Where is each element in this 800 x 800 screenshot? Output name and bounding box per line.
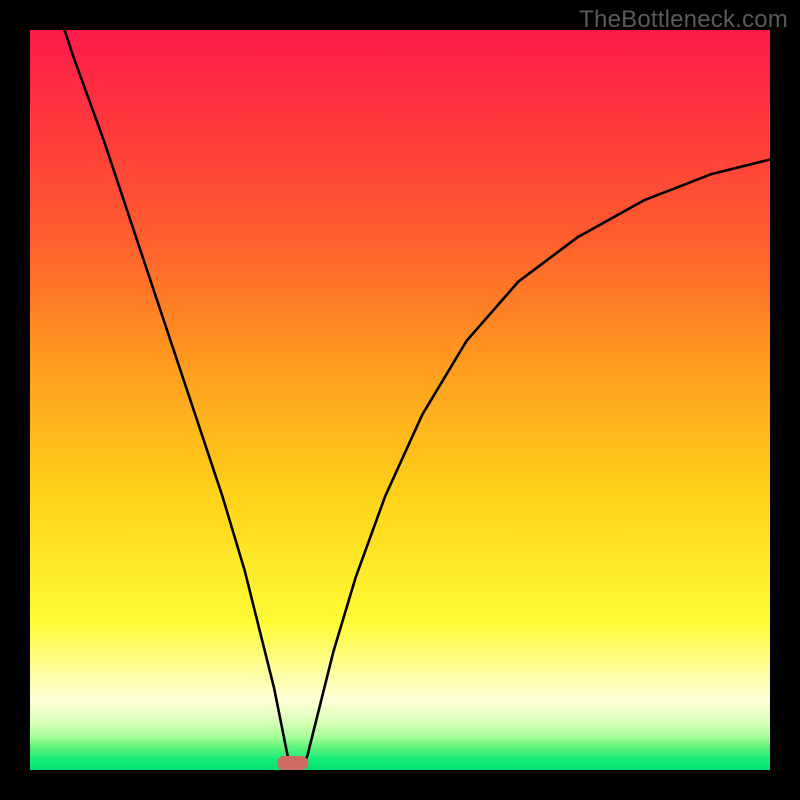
chart-frame: TheBottleneck.com xyxy=(0,0,800,800)
watermark-text: TheBottleneck.com xyxy=(579,6,788,34)
plot-background xyxy=(30,30,770,770)
bottleneck-plot xyxy=(0,0,800,800)
optimal-marker xyxy=(277,756,308,770)
